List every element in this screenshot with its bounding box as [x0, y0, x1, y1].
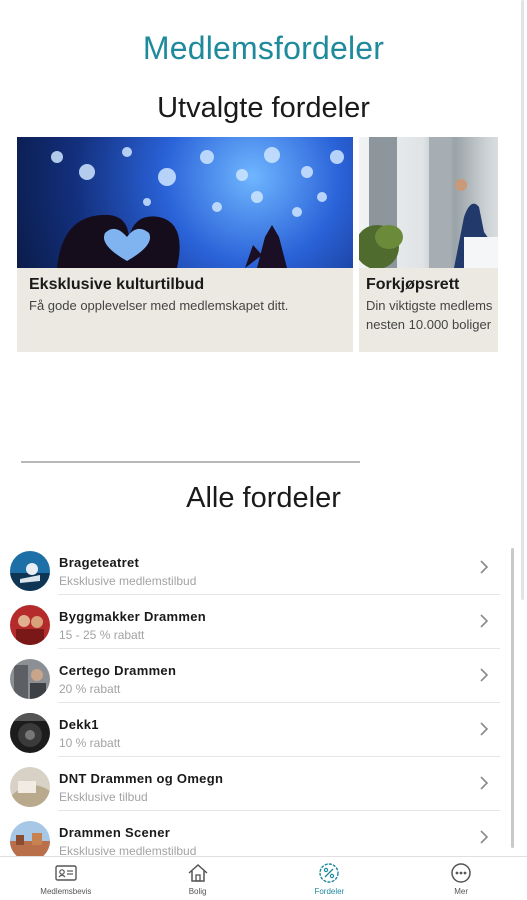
tab-medlemsbevis[interactable]: Medlemsbevis — [0, 857, 132, 900]
all-benefits-title: Alle fordeler — [186, 482, 341, 514]
chevron-right-icon — [480, 668, 489, 682]
list-scrollbar[interactable] — [511, 548, 514, 848]
more-icon — [451, 863, 471, 883]
list-item[interactable]: DNT Drammen og Omegn Eksklusive tilbud — [0, 757, 500, 811]
window-person-image — [359, 137, 498, 268]
chevron-right-icon — [480, 722, 489, 736]
dekk1-avatar — [10, 713, 50, 753]
chevron-right-icon — [480, 560, 489, 574]
featured-section-title: Utvalgte fordeler — [157, 92, 370, 124]
featured-card-preemption[interactable]: Forkjøpsrett Din viktigste medlems neste… — [359, 137, 498, 352]
list-item[interactable]: Dekk1 10 % rabatt — [0, 703, 500, 757]
card-description: Din viktigste medlems nesten 10.000 boli… — [366, 298, 493, 332]
tab-bolig[interactable]: Bolig — [132, 857, 264, 900]
tab-fordeler[interactable]: Fordeler — [264, 857, 396, 900]
list-item[interactable]: Byggmakker Drammen 15 - 25 % rabatt — [0, 595, 500, 649]
chevron-right-icon — [480, 614, 489, 628]
featured-carousel[interactable]: Eksklusive kulturtilbud Få gode opplevel… — [17, 137, 498, 352]
bottom-tab-bar: Medlemsbevis Bolig Fordeler Mer — [0, 856, 527, 900]
card-description: Få gode opplevelser med medlemskapet dit… — [29, 298, 289, 313]
concert-hearts-image — [17, 137, 353, 268]
benefits-list[interactable]: Brageteatret Eksklusive medlemstilbud By… — [0, 541, 527, 856]
list-item[interactable]: Certego Drammen 20 % rabatt — [0, 649, 500, 703]
membership-card-icon — [55, 865, 77, 881]
featured-card-culture[interactable]: Eksklusive kulturtilbud Få gode opplevel… — [17, 137, 353, 352]
dnt-avatar — [10, 767, 50, 807]
brageteatret-avatar — [10, 551, 50, 591]
tab-mer[interactable]: Mer — [395, 857, 527, 900]
page-title: Medlemsfordeler — [142, 30, 385, 66]
drammen-scener-avatar — [10, 821, 50, 856]
byggmakker-avatar — [10, 605, 50, 645]
home-icon — [188, 863, 208, 882]
chevron-right-icon — [480, 776, 489, 790]
list-item[interactable]: Drammen Scener Eksklusive medlemstilbud — [0, 811, 500, 856]
carousel-scroll-indicator — [21, 461, 360, 463]
list-item[interactable]: Brageteatret Eksklusive medlemstilbud — [0, 541, 500, 595]
certego-avatar — [10, 659, 50, 699]
chevron-right-icon — [480, 830, 489, 844]
card-title: Forkjøpsrett — [366, 276, 460, 293]
percent-badge-icon — [319, 863, 340, 883]
card-title: Eksklusive kulturtilbud — [29, 276, 205, 293]
